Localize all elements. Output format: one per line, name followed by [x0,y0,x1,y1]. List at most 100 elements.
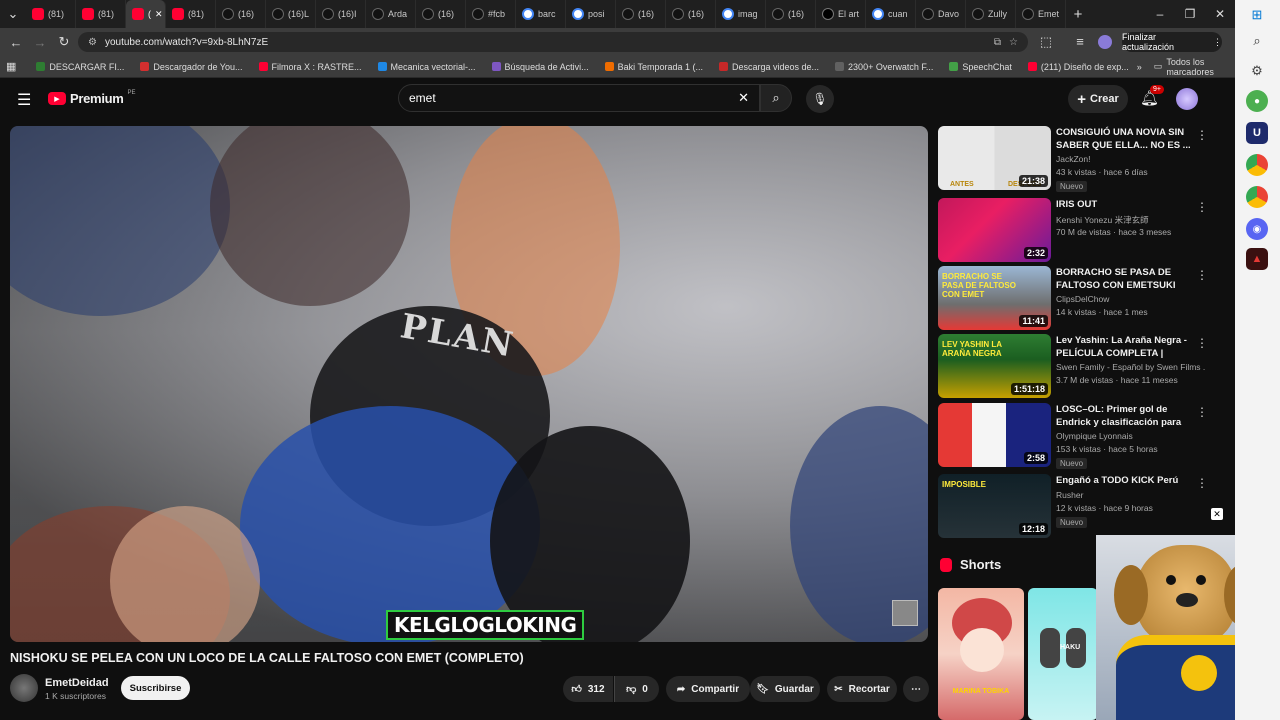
chrome-icon[interactable] [1246,154,1268,176]
more-vert-icon[interactable]: ⋮ [1196,405,1208,419]
video-thumbnail[interactable]: 2:58 [938,403,1051,467]
browser-tab[interactable]: El art [816,0,866,28]
video-player[interactable]: PLAN KELGLOGLOKING [10,126,928,642]
save-button[interactable]: 🔖︎ Guardar [750,676,820,702]
recommended-channel-name[interactable]: Olympique Lyonnais [1056,431,1206,441]
browser-tab[interactable]: (81) [166,0,216,28]
recommended-video[interactable]: 2:58 LOSC–OL: Primer gol de Endrick y cla… [938,403,1218,469]
recommended-video-title[interactable]: Lev Yashin: La Araña Negra - PELÍCULA CO… [1056,334,1196,360]
browser-tab[interactable]: (16) [616,0,666,28]
search-taskbar-icon[interactable]: ⌕ [1246,30,1268,52]
recommended-video-title[interactable]: CONSIGUIÓ UNA NOVIA SIN SABER QUE ELLA..… [1056,126,1196,152]
browser-tab[interactable]: Davo [916,0,966,28]
browser-tab[interactable]: barc [516,0,566,28]
finish-update-button[interactable]: Finalizar actualización ⋮ [1122,32,1222,52]
recommended-channel-name[interactable]: Rusher [1056,490,1206,500]
more-bookmarks-icon[interactable]: » [1137,62,1142,72]
recommended-video-title[interactable]: Engañó a TODO KICK Perú [1056,474,1196,487]
player-overlay-close-icon[interactable]: ✕ [1211,508,1223,520]
site-info-icon[interactable]: ⚙ [88,37,97,48]
recommended-video[interactable]: 2:32 IRIS OUT Kenshi Yonezu 米津玄師 70 M de vi… [938,198,1218,262]
subscribe-button[interactable]: Suscribirse [121,676,190,700]
browser-tab[interactable]: (81) [26,0,76,28]
clip-button[interactable]: ✂ Recortar [827,676,897,702]
short-thumbnail-2[interactable]: HAKU [1028,588,1098,720]
browser-tab[interactable]: (16) [216,0,266,28]
browser-tab[interactable]: posi [566,0,616,28]
recommended-video[interactable]: BORRACHO SE PASA DE FALTOSO CON EMET 11:4… [938,266,1218,330]
windows-start-icon[interactable]: ⊞ [1246,4,1268,26]
recommended-video-title[interactable]: LOSC–OL: Primer gol de Endrick y clasifi… [1056,403,1196,429]
close-window-button[interactable]: ✕ [1205,7,1235,21]
browser-tab[interactable]: (16) [416,0,466,28]
restore-button[interactable]: ❐ [1175,7,1205,21]
channel-watermark-icon[interactable] [892,600,918,626]
extensions-icon[interactable]: ⬚ [1034,34,1058,50]
profile-avatar[interactable] [1098,35,1112,49]
bookmark-item[interactable]: SpeechChat [941,62,1020,72]
recommended-channel-name[interactable]: Kenshi Yonezu 米津玄師 [1056,214,1206,226]
back-button[interactable]: ← [4,35,28,50]
app-u-icon[interactable]: U [1246,122,1268,144]
clear-search-icon[interactable]: ✕ [738,90,749,106]
recommended-channel-name[interactable]: Swen Family - Español by Swen Films ... [1056,362,1206,372]
more-vert-icon[interactable]: ⋮ [1196,336,1208,350]
video-thumbnail[interactable]: IMPOSIBLE 12:18 [938,474,1051,538]
bookmark-item[interactable]: Descargador de You... [132,62,250,72]
video-thumbnail[interactable]: LEV YASHIN LA ARAÑA NEGRA 1:51:18 [938,334,1051,398]
close-tab-icon[interactable]: ✕ [155,9,163,20]
more-vert-icon[interactable]: ⋮ [1196,476,1208,490]
browser-tab[interactable]: (✕ [126,0,166,28]
chrome-profile-icon[interactable] [1246,186,1268,208]
recommended-video[interactable]: LEV YASHIN LA ARAÑA NEGRA 1:51:18 Lev Yash… [938,334,1218,398]
browser-tab[interactable]: cuan [866,0,916,28]
browser-tab[interactable]: (16)L [266,0,316,28]
app-dark-icon[interactable]: ▲ [1246,248,1268,270]
recommended-channel-name[interactable]: JackZon! [1056,154,1206,164]
reload-button[interactable]: ↻ [52,34,76,50]
channel-avatar[interactable] [10,674,38,702]
recommended-channel-name[interactable]: ClipsDelChow [1056,294,1206,304]
all-bookmarks-link[interactable]: Todos los marcadores [1166,57,1229,77]
browser-tab[interactable]: (16) [766,0,816,28]
bookmark-item[interactable]: Descarga videos de... [711,62,827,72]
settings-gear-icon[interactable]: ⚙ [1246,60,1268,82]
browser-tab[interactable]: (81) [76,0,126,28]
address-bar[interactable]: ⚙ youtube.com/watch?v=9xb-8LhN7zE ⧉ ☆ [78,32,1028,52]
apps-grid-icon[interactable]: ▦ [6,60,16,73]
video-thumbnail[interactable]: 2:32 [938,198,1051,262]
browser-tab[interactable]: Zully [966,0,1016,28]
more-vert-icon[interactable]: ⋮ [1196,268,1208,282]
tab-search-button[interactable]: ⌄ [0,6,26,22]
notifications-button[interactable]: 🔔︎ 9+ [1140,85,1164,107]
voice-search-button[interactable]: 🎙︎ [806,85,834,113]
bookmark-item[interactable]: Mecanica vectorial-... [370,62,484,72]
search-input[interactable]: emet ✕ [398,84,760,112]
browser-tab[interactable]: imag [716,0,766,28]
dislike-button[interactable]: 👎︎ 0 [614,676,659,702]
recommended-video-title[interactable]: IRIS OUT [1056,198,1196,211]
bookmark-item[interactable]: (211) Diseño de exp... [1020,62,1137,72]
menu-icon[interactable]: ☰ [17,90,31,110]
install-app-icon[interactable]: ⧉ [994,37,1001,48]
bookmark-item[interactable]: Búsqueda de Activi... [484,62,597,72]
bookmark-item[interactable]: DESCARGAR FI... [28,62,132,72]
recommended-video[interactable]: ANTESDESPUÉS21:38CONSIGUIÓ UNA NOVIA SIN… [938,126,1218,192]
video-thumbnail[interactable]: BORRACHO SE PASA DE FALTOSO CON EMET 11:4… [938,266,1051,330]
forward-button[interactable]: → [28,35,52,50]
browser-tab[interactable]: Emet [1016,0,1066,28]
bookmark-item[interactable]: 2300+ Overwatch F... [827,62,941,72]
account-avatar[interactable] [1176,88,1198,110]
like-button[interactable]: 👍︎ 312 [563,676,613,702]
recommended-video[interactable]: IMPOSIBLE 12:18 Engañó a TODO KICK Perú Rus… [938,474,1218,538]
discord-icon[interactable]: ◉ [1246,218,1268,240]
app-green-icon[interactable]: ● [1246,90,1268,112]
browser-tab[interactable]: (16) [666,0,716,28]
create-button[interactable]: + Crear [1068,85,1128,113]
bookmark-star-icon[interactable]: ☆ [1009,37,1018,48]
channel-name[interactable]: EmetDeidad [45,677,109,689]
bookmark-item[interactable]: Filmora X : RASTRE... [251,62,370,72]
bookmark-item[interactable]: Baki Temporada 1 (... [597,62,711,72]
new-tab-button[interactable]: + [1066,6,1090,23]
search-button[interactable]: ⌕ [760,84,792,112]
